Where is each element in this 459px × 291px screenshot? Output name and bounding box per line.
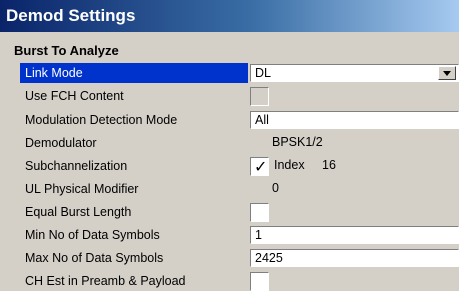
window-title: Demod Settings [6,6,136,25]
equal-burst-label: Equal Burst Length [25,205,132,219]
use-fch-label: Use FCH Content [25,89,124,103]
mod-detect-row: Modulation Detection Mode All [20,110,459,130]
subchannelization-row: Subchannelization ✓ Index 16 [20,156,459,176]
ch-est-checkbox[interactable] [250,272,269,291]
min-data-label: Min No of Data Symbols [25,228,160,242]
section-title: Burst To Analyze [14,43,119,58]
mod-detect-field[interactable]: All [250,111,459,129]
equal-burst-row: Equal Burst Length [20,202,459,222]
index-label: Index [274,158,305,172]
mod-detect-value: All [255,113,269,127]
use-fch-checkbox[interactable] [250,87,269,106]
demodulator-label: Demodulator [25,136,97,150]
ul-modifier-label: UL Physical Modifier [25,182,139,196]
min-data-value: 1 [255,228,262,242]
max-data-row: Max No of Data Symbols 2425 [20,248,459,268]
ul-modifier-value: 0 [272,181,279,195]
max-data-field[interactable]: 2425 [250,249,459,267]
max-data-label: Max No of Data Symbols [25,251,164,265]
subchannelization-checkbox[interactable]: ✓ [250,157,269,176]
link-mode-dropdown[interactable]: DL [250,64,459,82]
ch-est-label: CH Est in Preamb & Payload [25,274,186,288]
index-value: 16 [322,158,336,172]
max-data-value: 2425 [255,251,283,265]
min-data-field[interactable]: 1 [250,226,459,244]
min-data-row: Min No of Data Symbols 1 [20,225,459,245]
checkmark-icon: ✓ [254,157,268,176]
use-fch-row: Use FCH Content [20,86,459,106]
link-mode-label[interactable]: Link Mode [20,63,248,83]
ul-modifier-row: UL Physical Modifier 0 [20,179,459,199]
subchannelization-label: Subchannelization [25,159,128,173]
equal-burst-checkbox[interactable] [250,203,269,222]
link-mode-value: DL [255,66,271,80]
mod-detect-label: Modulation Detection Mode [25,113,178,127]
demodulator-row: Demodulator BPSK1/2 [20,133,459,153]
ch-est-row: CH Est in Preamb & Payload [20,271,459,291]
link-mode-row: Link Mode DL [20,63,459,83]
demod-settings-window: Demod Settings Burst To Analyze Link Mod… [0,0,459,291]
chevron-down-icon[interactable] [438,66,456,80]
title-bar: Demod Settings [0,0,459,32]
demodulator-value: BPSK1/2 [272,135,323,149]
